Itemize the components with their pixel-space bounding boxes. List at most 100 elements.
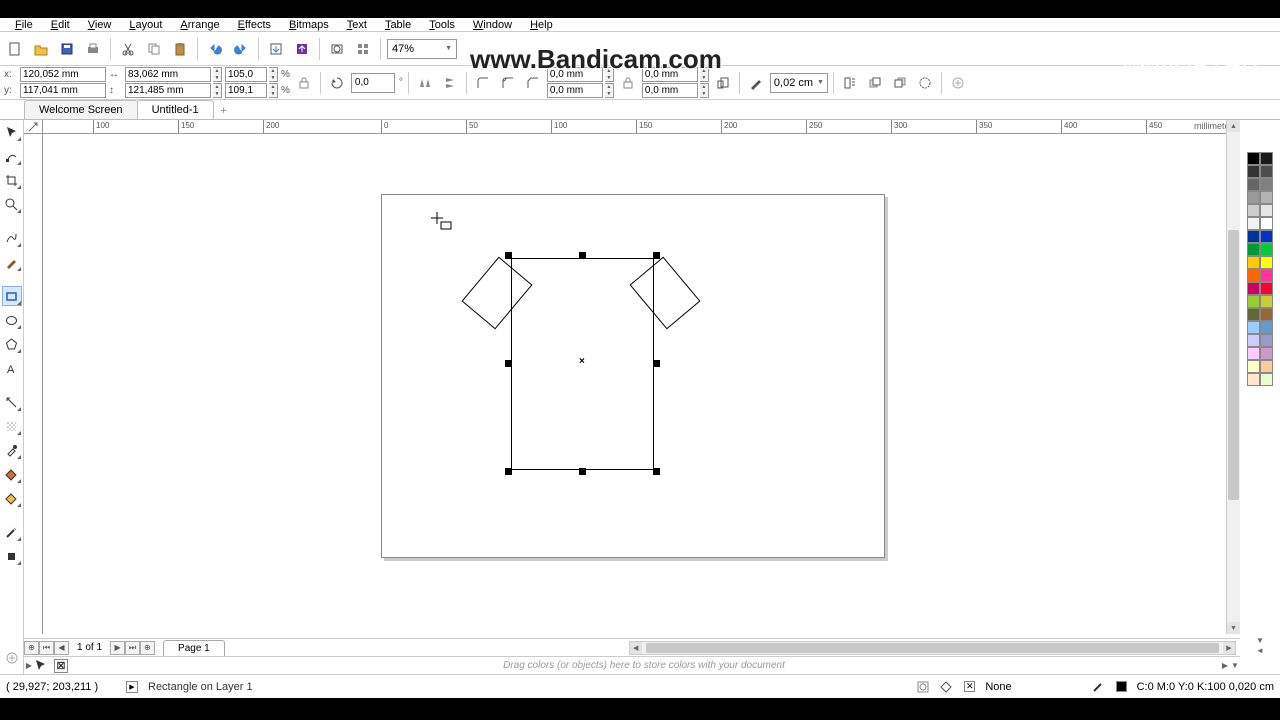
- scroll-up-button[interactable]: ▲: [1227, 120, 1240, 132]
- color-swatch[interactable]: [1260, 360, 1273, 373]
- menu-arrange[interactable]: Arrange: [171, 19, 228, 31]
- scroll-down-button[interactable]: ▼: [1227, 622, 1240, 634]
- shape-tool[interactable]: [2, 146, 22, 166]
- palette-flyout[interactable]: ◄: [1253, 646, 1267, 656]
- cut-button[interactable]: [117, 38, 139, 60]
- color-swatch[interactable]: [1247, 347, 1260, 360]
- handle-bm[interactable]: [579, 468, 586, 475]
- corner-round-button[interactable]: [472, 72, 494, 94]
- scroll-left-button[interactable]: ◀: [630, 642, 642, 654]
- menu-view[interactable]: View: [79, 19, 121, 31]
- page-add-after[interactable]: ⊕: [140, 641, 155, 655]
- ruler-origin[interactable]: [24, 120, 43, 134]
- color-swatch[interactable]: [1260, 295, 1273, 308]
- color-swatch[interactable]: [1247, 178, 1260, 191]
- menu-bitmaps[interactable]: Bitmaps: [280, 19, 338, 31]
- vertical-scrollbar[interactable]: ▲ ▼: [1226, 120, 1240, 634]
- handle-mr[interactable]: [653, 360, 660, 367]
- color-swatch[interactable]: [1260, 165, 1273, 178]
- fill-indicator-icon[interactable]: [940, 680, 954, 694]
- color-swatch[interactable]: [1247, 256, 1260, 269]
- color-swatch[interactable]: [1260, 334, 1273, 347]
- menu-file[interactable]: File: [6, 19, 42, 31]
- corner-tr-input[interactable]: 0,0 mm: [642, 67, 698, 82]
- zoom-tool[interactable]: [2, 194, 22, 214]
- page-next[interactable]: ▶: [110, 641, 125, 655]
- pos-y-input[interactable]: 117,041 mm: [20, 83, 106, 98]
- canvas[interactable]: ×: [43, 134, 1226, 634]
- menu-layout[interactable]: Layout: [120, 19, 171, 31]
- save-button[interactable]: [56, 38, 78, 60]
- page-last[interactable]: ⏭: [125, 641, 140, 655]
- tab-document[interactable]: Untitled-1: [137, 100, 214, 119]
- paste-button[interactable]: [169, 38, 191, 60]
- page-first[interactable]: ⏮: [39, 641, 54, 655]
- convert-curves-button[interactable]: [914, 72, 936, 94]
- outline-color-swatch[interactable]: [1116, 681, 1127, 692]
- color-swatch[interactable]: [1247, 321, 1260, 334]
- handle-ml[interactable]: [505, 360, 512, 367]
- to-back-button[interactable]: [889, 72, 911, 94]
- color-swatch[interactable]: [1247, 152, 1260, 165]
- scroll-thumb-h[interactable]: [646, 643, 1219, 653]
- color-swatch[interactable]: [1260, 256, 1273, 269]
- color-swatch[interactable]: [1260, 204, 1273, 217]
- document-palette[interactable]: ▶ ⊠ Drag colors (or objects) here to sto…: [24, 656, 1240, 674]
- add-tab-button[interactable]: +: [215, 103, 233, 119]
- pos-x-input[interactable]: 120,052 mm: [20, 67, 106, 82]
- scale-y-input[interactable]: 109,1: [225, 83, 267, 98]
- outline-indicator-icon[interactable]: [1092, 680, 1106, 694]
- export-button[interactable]: [291, 38, 313, 60]
- color-swatch[interactable]: [1260, 321, 1273, 334]
- height-spinner[interactable]: ▲▼: [213, 83, 222, 98]
- rotation-input[interactable]: 0,0: [351, 73, 395, 93]
- color-swatch[interactable]: [1247, 269, 1260, 282]
- handle-bl[interactable]: [505, 468, 512, 475]
- freehand-tool[interactable]: [2, 228, 22, 248]
- smart-fill-tool[interactable]: [2, 488, 22, 508]
- color-swatch[interactable]: [1260, 373, 1273, 386]
- corner-br-input[interactable]: 0,0 mm: [642, 83, 698, 98]
- fill-none-icon[interactable]: ✕: [964, 681, 975, 692]
- eyedropper-tool[interactable]: [2, 440, 22, 460]
- color-swatch[interactable]: [1247, 230, 1260, 243]
- menu-table[interactable]: Table: [376, 19, 420, 31]
- mirror-v-button[interactable]: [439, 72, 461, 94]
- corner-chamfer-button[interactable]: [522, 72, 544, 94]
- color-swatch[interactable]: [1247, 334, 1260, 347]
- corner-lock-button[interactable]: [617, 72, 639, 94]
- import-button[interactable]: [265, 38, 287, 60]
- color-swatch[interactable]: [1247, 360, 1260, 373]
- open-button[interactable]: [30, 38, 52, 60]
- page-add-before[interactable]: ⊕: [24, 641, 39, 655]
- rectangle-tool[interactable]: [2, 286, 22, 306]
- page-tab-1[interactable]: Page 1: [163, 640, 225, 656]
- color-swatch[interactable]: [1260, 308, 1273, 321]
- color-swatch[interactable]: [1260, 178, 1273, 191]
- handle-tr[interactable]: [653, 252, 660, 259]
- tab-welcome[interactable]: Welcome Screen: [24, 100, 138, 119]
- text-tool[interactable]: A: [2, 358, 22, 378]
- color-swatch[interactable]: [1260, 243, 1273, 256]
- color-swatch[interactable]: [1260, 191, 1273, 204]
- handle-br[interactable]: [653, 468, 660, 475]
- redo-button[interactable]: [230, 38, 252, 60]
- color-swatch[interactable]: [1247, 282, 1260, 295]
- color-swatch[interactable]: [1247, 165, 1260, 178]
- corner-tl-input[interactable]: 0,0 mm: [547, 67, 603, 82]
- color-swatch[interactable]: [1247, 308, 1260, 321]
- mirror-h-button[interactable]: [414, 72, 436, 94]
- menu-window[interactable]: Window: [464, 19, 521, 31]
- copy-button[interactable]: [143, 38, 165, 60]
- corner-bl-input[interactable]: 0,0 mm: [547, 83, 603, 98]
- width-input[interactable]: 83,062 mm: [125, 67, 211, 82]
- color-swatch[interactable]: [1247, 191, 1260, 204]
- wrap-text-button[interactable]: [839, 72, 861, 94]
- to-front-button[interactable]: [864, 72, 886, 94]
- outline-width-combo[interactable]: 0,02 cm▼: [770, 73, 828, 93]
- crop-tool[interactable]: [2, 170, 22, 190]
- pick-tool[interactable]: [2, 122, 22, 142]
- handle-tl[interactable]: [505, 252, 512, 259]
- menu-help[interactable]: Help: [521, 19, 562, 31]
- color-swatch[interactable]: [1260, 269, 1273, 282]
